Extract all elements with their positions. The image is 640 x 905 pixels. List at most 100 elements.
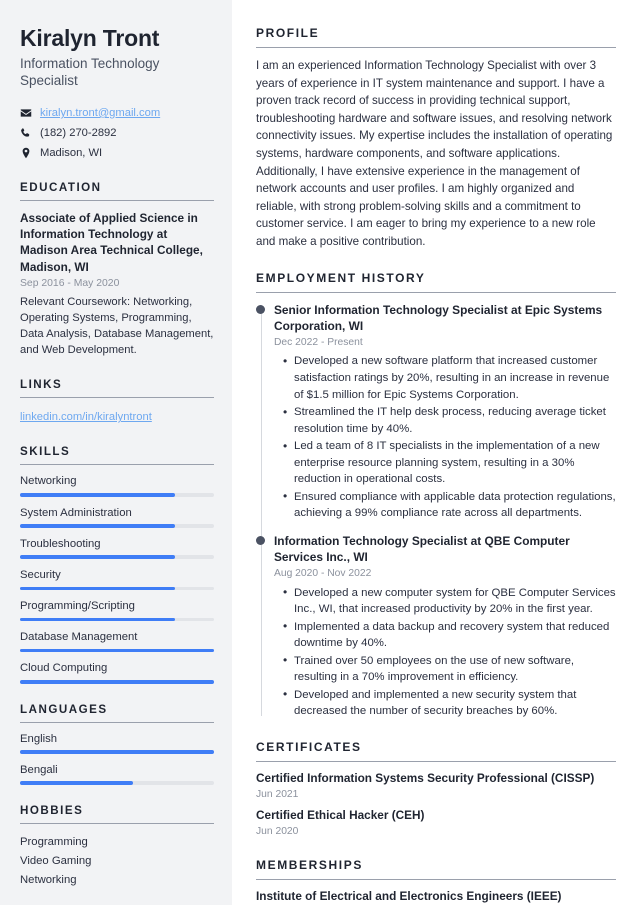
contact-list: kiralyn.tront@gmail.com (182) 270-2892 M…: [20, 106, 214, 161]
section-profile: PROFILE I am an experienced Information …: [256, 26, 616, 251]
skill-level-track: [20, 524, 214, 528]
skill-level-fill: [20, 555, 176, 559]
skills-body: Networking System Administration Trouble…: [20, 465, 214, 684]
profile-body: I am an experienced Information Technolo…: [256, 48, 616, 251]
skill-label: Programming/Scripting: [20, 600, 135, 613]
language-level-track: [20, 750, 214, 754]
job-entry: Information Technology Specialist at QBE…: [256, 533, 616, 720]
language-label: Bengali: [20, 763, 58, 776]
job-bullet: Developed a new computer system for QBE …: [283, 584, 616, 618]
hobby-item: Video Gaming: [20, 854, 92, 867]
section-memberships: MEMBERSHIPS Institute of Electrical and …: [256, 858, 616, 905]
skill-level-track: [20, 648, 214, 653]
hobbies-heading: HOBBIES: [20, 804, 214, 824]
certificates-heading: CERTIFICATES: [256, 740, 616, 762]
job-bullet: Ensured compliance with applicable data …: [283, 488, 616, 522]
skill-label: Security: [20, 568, 61, 581]
language-item: Bengali: [20, 763, 214, 785]
profile-heading: PROFILE: [256, 26, 616, 48]
skill-label: Networking: [20, 475, 77, 488]
languages-heading: LANGUAGES: [20, 703, 214, 723]
employment-body: Senior Information Technology Specialist…: [256, 293, 616, 720]
employment-timeline: Senior Information Technology Specialist…: [256, 302, 616, 720]
skill-level-track: [20, 586, 214, 591]
contact-location-row: Madison, WI: [20, 146, 214, 161]
envelope-icon: [20, 107, 32, 119]
skill-level-track: [20, 555, 214, 559]
education-degree: Associate of Applied Science in Informat…: [20, 210, 203, 274]
education-date: Sep 2016 - May 2020: [20, 277, 120, 289]
job-entry: Senior Information Technology Specialist…: [256, 302, 616, 522]
email-link[interactable]: kiralyn.tront@gmail.com: [40, 106, 160, 121]
skill-level-track: [20, 493, 214, 497]
certificate-date: Jun 2021: [256, 788, 299, 800]
main-content: PROFILE I am an experienced Information …: [232, 0, 640, 905]
resume-document: Kiralyn Tront Information Technology Spe…: [0, 0, 640, 905]
skill-label: Cloud Computing: [20, 662, 108, 675]
job-bullet: Developed and implemented a new security…: [283, 686, 616, 720]
languages-body: English Bengali: [20, 723, 214, 785]
skill-item: Troubleshooting: [20, 537, 214, 559]
certificate-title: Certified Ethical Hacker (CEH): [256, 808, 425, 823]
link-linkedin[interactable]: linkedin.com/in/kiralyntront: [20, 411, 152, 423]
language-level-track: [20, 781, 214, 785]
phone-value: (182) 270-2892: [40, 126, 117, 139]
skill-level-fill: [20, 586, 176, 591]
skill-item: Security: [20, 568, 214, 591]
hobby-item: Programming: [20, 835, 88, 848]
memberships-body: Institute of Electrical and Electronics …: [256, 880, 616, 905]
location-value: Madison, WI: [40, 146, 103, 159]
location-pin-icon: [20, 147, 32, 159]
section-skills: SKILLS Networking System Administration …: [20, 445, 214, 684]
language-label: English: [20, 732, 58, 745]
job-bullet: Streamlined the IT help desk process, re…: [283, 404, 616, 437]
job-bullet-list: Developed a new software platform that i…: [274, 353, 616, 521]
job-bullet: Trained over 50 employees on the use of …: [283, 652, 616, 686]
section-languages: LANGUAGES English Bengali: [20, 703, 214, 785]
skill-level-track: [20, 680, 214, 684]
timeline-dot-icon: [256, 535, 265, 545]
skill-level-track: [20, 617, 214, 622]
section-employment-history: EMPLOYMENT HISTORY Senior Information Te…: [256, 271, 616, 720]
job-date: Aug 2020 - Nov 2022: [274, 568, 372, 580]
job-role: Information Technology Specialist at QBE…: [274, 533, 570, 564]
skill-level-fill: [20, 680, 214, 684]
timeline-dot-icon: [256, 304, 265, 314]
phone-icon: [20, 127, 32, 139]
skills-heading: SKILLS: [20, 445, 214, 466]
section-certificates: CERTIFICATES Certified Information Syste…: [256, 740, 616, 839]
profile-text: I am an experienced Information Technolo…: [256, 59, 613, 249]
skill-label: Troubleshooting: [20, 537, 101, 550]
contact-email-row[interactable]: kiralyn.tront@gmail.com: [20, 106, 214, 121]
certificate-item: Certified Ethical Hacker (CEH) Jun 2020: [256, 808, 616, 838]
certificate-item: Certified Information Systems Security P…: [256, 771, 616, 801]
section-hobbies: HOBBIES Programming Video Gaming Network…: [20, 804, 214, 890]
education-heading: EDUCATION: [20, 181, 214, 201]
education-description: Relevant Coursework: Networking, Operati…: [20, 296, 214, 357]
hobbies-body: Programming Video Gaming Networking: [20, 824, 214, 890]
candidate-name: Kiralyn Tront: [20, 25, 160, 51]
certificates-body: Certified Information Systems Security P…: [256, 762, 616, 839]
links-body: linkedin.com/in/kiralyntront: [20, 398, 214, 425]
section-education: EDUCATION Associate of Applied Science i…: [20, 181, 214, 359]
education-item: Associate of Applied Science in Informat…: [20, 210, 214, 359]
section-links: LINKS linkedin.com/in/kiralyntront: [20, 378, 214, 425]
skill-item: Cloud Computing: [20, 661, 214, 684]
contact-phone-row: (182) 270-2892: [20, 126, 214, 141]
memberships-heading: MEMBERSHIPS: [256, 858, 616, 881]
skill-item: Database Management: [20, 630, 214, 653]
job-bullet: Implemented a data backup and recovery s…: [283, 618, 616, 652]
skill-item: System Administration: [20, 506, 214, 528]
job-bullet: Led a team of 8 IT specialists in the im…: [283, 438, 616, 488]
language-level-fill: [20, 750, 214, 754]
employment-heading: EMPLOYMENT HISTORY: [256, 271, 616, 293]
skill-level-fill: [20, 648, 214, 653]
links-heading: LINKS: [20, 378, 214, 399]
language-level-fill: [20, 781, 133, 785]
job-bullet: Developed a new software platform that i…: [283, 353, 616, 403]
education-body: Associate of Applied Science in Informat…: [20, 201, 214, 359]
skill-level-fill: [20, 617, 176, 622]
certificate-title: Certified Information Systems Security P…: [256, 770, 595, 785]
job-bullet-list: Developed a new computer system for QBE …: [274, 584, 616, 720]
skill-label: Database Management: [20, 631, 138, 644]
